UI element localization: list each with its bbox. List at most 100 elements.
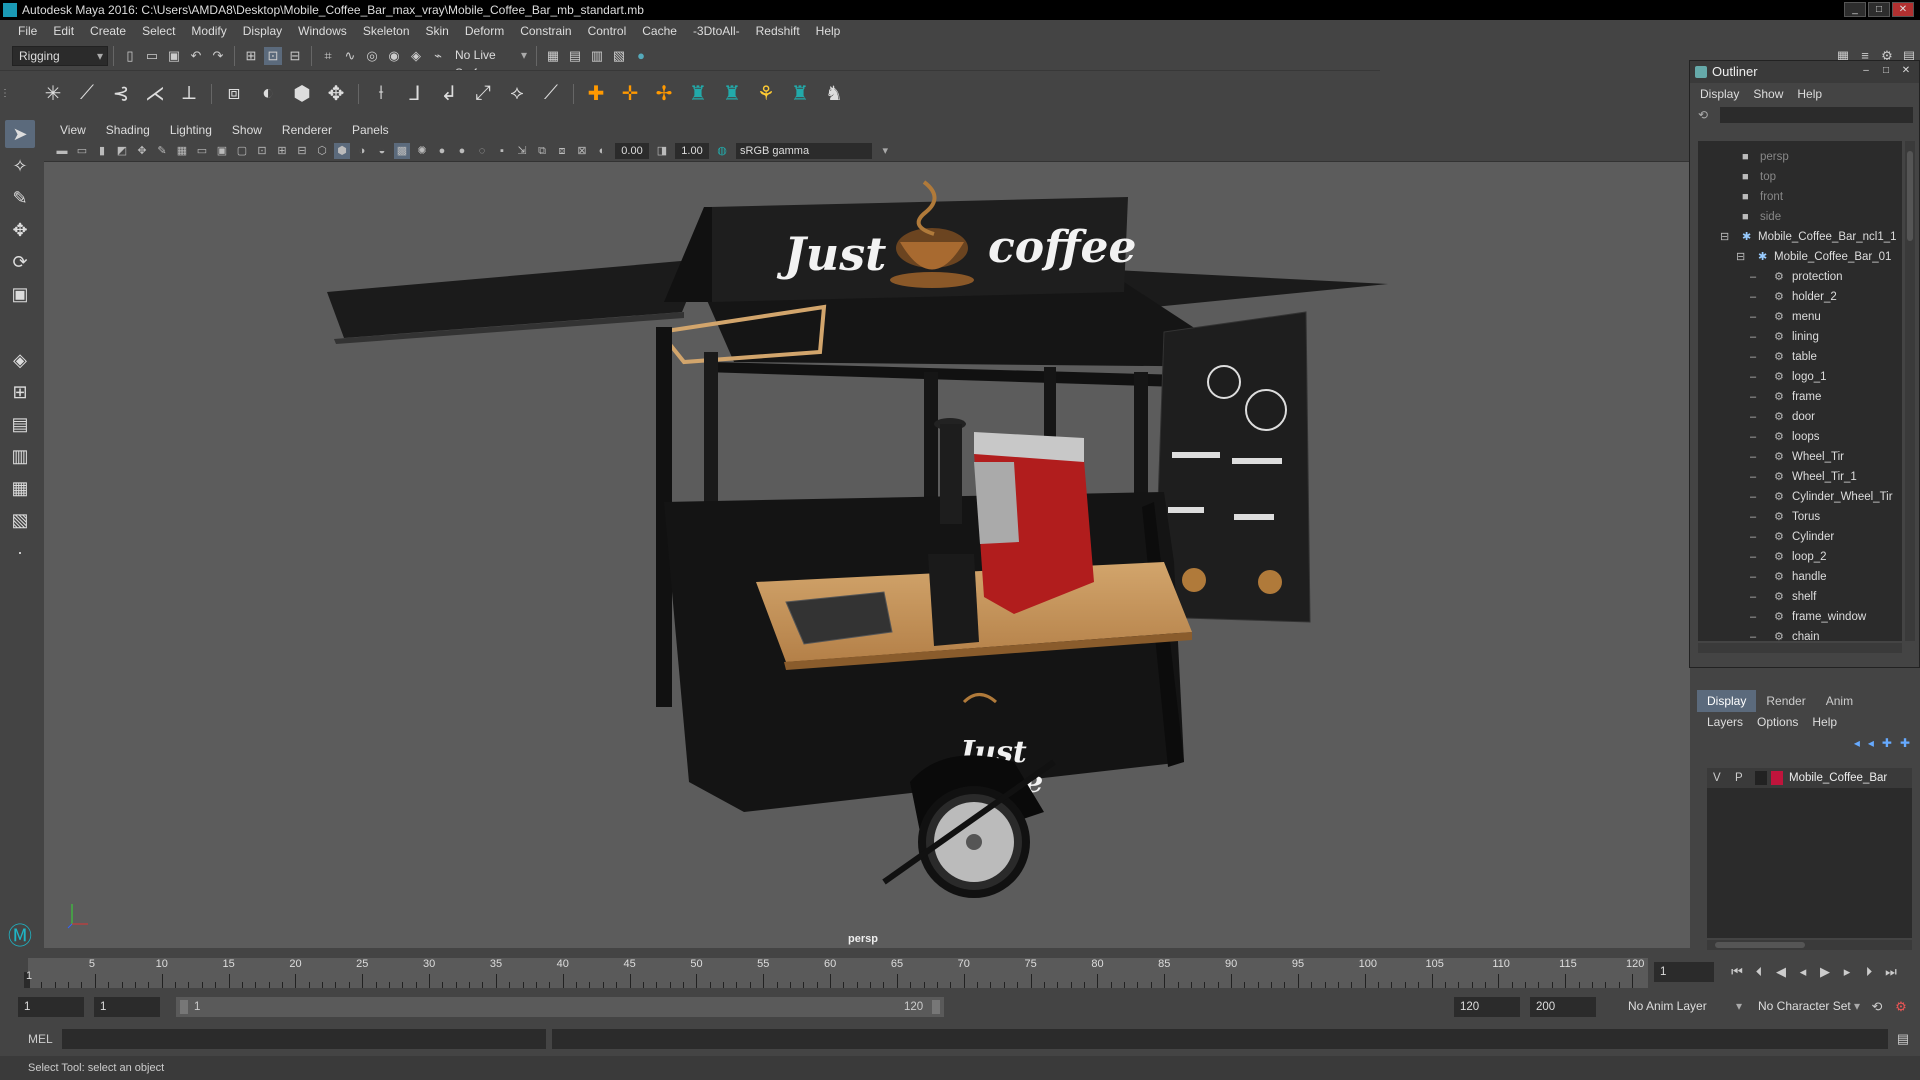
coffee-cart-scene[interactable]: Just coffee Just coffee	[44, 162, 1690, 948]
exposure-field[interactable]: 0.00	[615, 142, 649, 159]
menu-deform[interactable]: Deform	[457, 20, 512, 42]
outliner-close-button[interactable]: ✕	[1897, 64, 1915, 78]
live-surface-field[interactable]: No Live Surface	[449, 46, 531, 80]
outliner-layout-icon[interactable]: ·	[5, 538, 35, 566]
safe-title-icon[interactable]: ⊟	[294, 143, 310, 159]
shadows-icon[interactable]: ●	[434, 143, 450, 159]
vp-menu-view[interactable]: View	[50, 123, 96, 137]
playback-start-field[interactable]: 1	[94, 997, 160, 1017]
layer-visibility-toggle[interactable]: V	[1713, 768, 1721, 788]
menu-redshift[interactable]: Redshift	[748, 20, 808, 42]
render-frame-icon[interactable]: ▤	[566, 47, 584, 65]
color-management-icon[interactable]: ◍	[714, 143, 730, 159]
step-back-key-icon[interactable]: ⏴	[1750, 963, 1768, 981]
outliner-filter-icon[interactable]: ⟲	[1698, 108, 1708, 122]
menu-skin[interactable]: Skin	[418, 20, 457, 42]
exposure-icon[interactable]: ◐	[594, 143, 610, 159]
wireframe-icon[interactable]: ⬡	[314, 143, 330, 159]
film-gate-icon[interactable]: ▭	[194, 143, 210, 159]
gate-mask-icon[interactable]: ▢	[234, 143, 250, 159]
vp-menu-panels[interactable]: Panels	[342, 123, 399, 137]
menu-set-dropdown[interactable]: Rigging	[12, 46, 108, 66]
outliner-menu-show[interactable]: Show	[1753, 87, 1783, 101]
snap-grid-icon[interactable]: ⌗	[319, 47, 337, 65]
point-constraint-icon[interactable]: ⟊	[366, 79, 396, 109]
layer-menu-layers[interactable]: Layers	[1707, 715, 1743, 729]
layer-menu-help[interactable]: Help	[1812, 715, 1837, 729]
xray-components-icon[interactable]: ⊠	[574, 143, 590, 159]
collapse-icon[interactable]: ⊟	[1720, 231, 1734, 243]
resolution-gate-icon[interactable]: ▣	[214, 143, 230, 159]
new-scene-icon[interactable]: ▯	[121, 47, 139, 65]
outliner-search-input[interactable]	[1720, 107, 1913, 123]
outliner-item[interactable]: – ⚙ lining	[1698, 327, 1902, 347]
menu-control[interactable]: Control	[580, 20, 635, 42]
smooth-shade-icon[interactable]: ⬢	[334, 142, 350, 159]
outliner-item-side[interactable]: ■ side	[1698, 207, 1902, 227]
new-layer-selected-icon[interactable]: ✚	[1900, 736, 1910, 750]
anti-alias-icon[interactable]: ▪	[494, 143, 510, 159]
quick-rig-icon[interactable]: ♞	[819, 79, 849, 109]
rotate-tool-icon[interactable]: ⟳	[5, 248, 35, 276]
outliner-menu-display[interactable]: Display	[1700, 87, 1739, 101]
paint-weights-icon[interactable]: ◐	[253, 79, 283, 109]
menu-create[interactable]: Create	[82, 20, 134, 42]
outliner-item[interactable]: – ⚙ shelf	[1698, 587, 1902, 607]
outliner-item[interactable]: – ⚙ Torus	[1698, 507, 1902, 527]
outliner-item[interactable]: – ⚙ Wheel_Tir	[1698, 447, 1902, 467]
menu-constrain[interactable]: Constrain	[512, 20, 579, 42]
persp-outliner-layout-icon[interactable]: ▤	[5, 410, 35, 438]
move-tool-icon[interactable]: ✥	[5, 216, 35, 244]
default-material-icon[interactable]: ◑	[354, 143, 370, 159]
menu-3dtoall[interactable]: -3DtoAll-	[685, 20, 748, 42]
outliner-item[interactable]: – ⚙ holder_2	[1698, 287, 1902, 307]
outliner-item[interactable]: – ⚙ protection	[1698, 267, 1902, 287]
outliner-menu-help[interactable]: Help	[1797, 87, 1822, 101]
outliner-group-ncl[interactable]: ⊟ ✱ Mobile_Coffee_Bar_ncl1_1	[1698, 227, 1902, 247]
select-component-icon[interactable]: ⊟	[286, 47, 304, 65]
outliner-item[interactable]: – ⚙ chain	[1698, 627, 1902, 641]
outliner-item[interactable]: – ⚙ handle	[1698, 567, 1902, 587]
single-perspective-layout-icon[interactable]: ◈	[5, 346, 35, 374]
outliner-item[interactable]: – ⚙ menu	[1698, 307, 1902, 327]
current-frame-field[interactable]: 1	[1654, 962, 1714, 982]
persp-graph-layout-icon[interactable]: ▥	[5, 442, 35, 470]
orient-constraint-icon[interactable]: ↲	[434, 79, 464, 109]
screen-space-ao-icon[interactable]: ●	[454, 143, 470, 159]
end-time-field[interactable]: 200	[1530, 997, 1596, 1017]
outliner-group-coffee-bar[interactable]: ⊟ ✱ Mobile_Coffee_Bar_01	[1698, 247, 1902, 267]
layer-menu-options[interactable]: Options	[1757, 715, 1798, 729]
menu-select[interactable]: Select	[134, 20, 183, 42]
layer-color-swatch[interactable]	[1771, 771, 1783, 785]
camera-select-icon[interactable]: ▬	[54, 143, 70, 159]
grease-pencil-icon[interactable]: ✎	[154, 143, 170, 159]
textured-icon[interactable]: ▩	[394, 142, 410, 159]
save-scene-icon[interactable]: ▣	[165, 47, 183, 65]
menu-help[interactable]: Help	[808, 20, 849, 42]
wireframe-on-shaded-icon[interactable]: ◒	[374, 143, 390, 159]
vp-menu-renderer[interactable]: Renderer	[272, 123, 342, 137]
undo-icon[interactable]: ↶	[187, 47, 205, 65]
xray-joints-icon[interactable]: ⧈	[554, 143, 570, 159]
new-layer-icon[interactable]: ✚	[1882, 736, 1892, 750]
outliner-item[interactable]: – ⚙ Cylinder	[1698, 527, 1902, 547]
outliner-item[interactable]: – ⚙ logo_1	[1698, 367, 1902, 387]
bind-skin-icon[interactable]: ⧈	[219, 79, 249, 109]
outliner-item-persp[interactable]: ■ persp	[1698, 147, 1902, 167]
step-forward-frame-icon[interactable]: ▸	[1838, 963, 1856, 981]
scale-tool-icon[interactable]: ▣	[5, 280, 35, 308]
layer-name[interactable]: Mobile_Coffee_Bar	[1789, 768, 1887, 788]
scale-constraint-icon[interactable]: ⤢	[468, 79, 498, 109]
close-button[interactable]: ✕	[1892, 2, 1914, 17]
locator-icon[interactable]: ✚	[581, 79, 611, 109]
isolate-select-icon[interactable]: ⇲	[514, 143, 530, 159]
outliner-item[interactable]: – ⚙ frame_window	[1698, 607, 1902, 627]
play-forward-icon[interactable]: ▶	[1816, 963, 1834, 981]
pole-vector-icon[interactable]: ⟋	[536, 79, 566, 109]
skeleton-icon[interactable]: ⟂	[174, 79, 204, 109]
outliner-item[interactable]: – ⚙ door	[1698, 407, 1902, 427]
tab-render-layers[interactable]: Render	[1756, 690, 1815, 712]
maximize-button[interactable]: □	[1868, 2, 1890, 17]
go-to-end-icon[interactable]: ⏭	[1882, 963, 1900, 981]
layer-type-toggle[interactable]	[1755, 771, 1767, 785]
